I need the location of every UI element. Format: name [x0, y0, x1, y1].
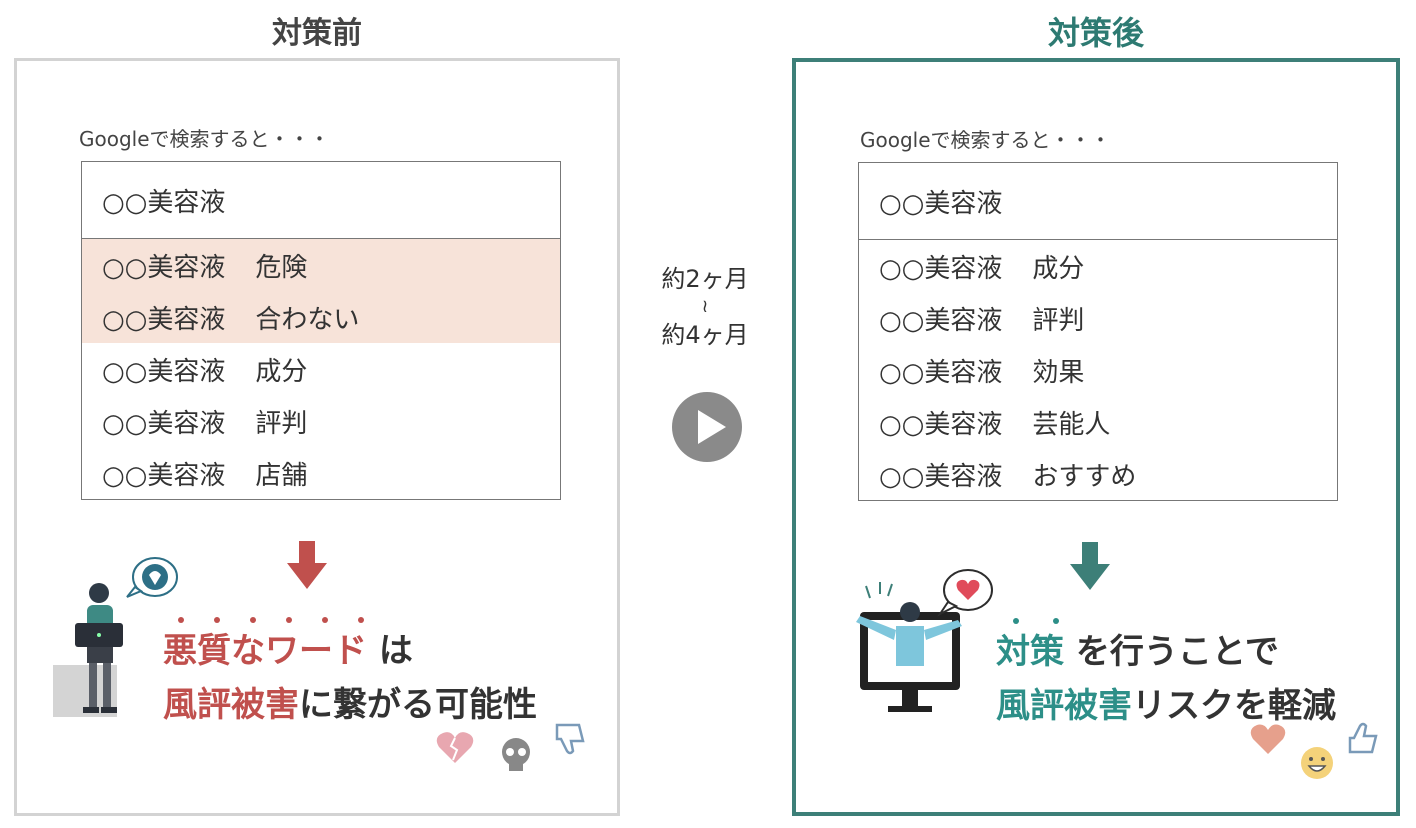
- skull-icon: [502, 738, 530, 771]
- duration-line-1: 約2ヶ月: [661, 265, 749, 293]
- before-message: 悪質なワード は 風評被害に繋がる可能性: [163, 617, 537, 732]
- suggestion-base: ○○美容液: [102, 356, 226, 387]
- duration-line-2: 約4ヶ月: [661, 321, 749, 349]
- before-search-query: ○○美容液: [82, 162, 560, 239]
- suggestion-base: ○○美容液: [879, 357, 1003, 388]
- suggestion-keyword: 合わない: [255, 304, 360, 335]
- suggestion-row[interactable]: ○○美容液 合わない: [82, 291, 560, 343]
- after-suggestion-list: ○○美容液 成分 ○○美容液 評判 ○○美容液 効果 ○○美容液 芸能人 ○○美容液 おすすめ: [859, 240, 1337, 500]
- suggestion-keyword: 効果: [1032, 357, 1085, 388]
- after-message-rest-2: リスクを軽減: [1132, 686, 1336, 726]
- before-message-emphasis-2: 風評被害: [163, 685, 299, 725]
- emphasis-dots: [163, 617, 379, 623]
- after-message-emphasis-2: 風評被害: [996, 686, 1132, 726]
- suggestion-keyword: 危険: [255, 252, 308, 283]
- play-icon: [672, 392, 742, 462]
- suggestion-keyword: 成分: [255, 356, 308, 387]
- before-panel: Googleで検索すると・・・ ○○美容液 ○○美容液 危険 ○○美容液 合わない ○○…: [14, 58, 620, 816]
- suggestion-base: ○○美容液: [102, 304, 226, 335]
- suggestion-base: ○○美容液: [102, 408, 226, 439]
- duration-tilde: ≀: [701, 296, 709, 317]
- suggestion-keyword: 成分: [1032, 253, 1085, 284]
- heart-bubble-icon: [937, 569, 993, 617]
- suggestion-row[interactable]: ○○美容液 おすすめ: [859, 448, 1337, 500]
- suggestion-keyword: 評判: [255, 408, 308, 439]
- after-message: 対策 を行うことで 風評被害リスクを軽減: [996, 618, 1336, 733]
- down-arrow-icon: [1070, 542, 1110, 590]
- thumbs-up-icon: [1348, 722, 1378, 754]
- after-message-rest-1: を行うことで: [1075, 632, 1279, 672]
- after-intro-text: Googleで検索すると・・・: [860, 128, 1111, 152]
- suggestion-keyword: 評判: [1032, 305, 1085, 336]
- before-heading: 対策前: [272, 16, 362, 51]
- suggestion-base: ○○美容液: [879, 409, 1003, 440]
- suggestion-row[interactable]: ○○美容液 店舗: [82, 447, 560, 499]
- emphasis-dots: [996, 618, 1076, 624]
- suggestion-keyword: おすすめ: [1032, 461, 1137, 492]
- down-arrow-icon: [287, 541, 327, 589]
- suggestion-row[interactable]: ○○美容液 評判: [82, 395, 560, 447]
- before-search-box: ○○美容液 ○○美容液 危険 ○○美容液 合わない ○○美容液 成分 ○○美容液 評判 ○○美容…: [81, 161, 561, 500]
- suggestion-keyword: 芸能人: [1032, 409, 1111, 440]
- broken-heart-icon: [436, 732, 474, 763]
- after-heading: 対策後: [1047, 14, 1144, 52]
- before-message-rest-2: に繋がる可能性: [299, 685, 537, 725]
- suggestion-keyword: 店舗: [255, 460, 308, 491]
- before-intro-text: Googleで検索すると・・・: [79, 127, 330, 151]
- suggestion-row[interactable]: ○○美容液 効果: [859, 344, 1337, 396]
- suggestion-base: ○○美容液: [102, 460, 226, 491]
- after-message-emphasis-1: 対策: [996, 618, 1076, 672]
- suggestion-row[interactable]: ○○美容液 評判: [859, 292, 1337, 344]
- suggestion-row[interactable]: ○○美容液 成分: [82, 343, 560, 395]
- suggestion-row[interactable]: ○○美容液 芸能人: [859, 396, 1337, 448]
- suggestion-base: ○○美容液: [879, 253, 1003, 284]
- thumbs-down-icon: [555, 723, 585, 755]
- suggestion-base: ○○美容液: [879, 305, 1003, 336]
- suggestion-row[interactable]: ○○美容液 危険: [82, 239, 560, 291]
- suggestion-base: ○○美容液: [879, 461, 1003, 492]
- heart-icon: [1250, 724, 1286, 754]
- smiley-face-icon: [1301, 747, 1333, 779]
- before-message-rest-1: は: [378, 631, 413, 671]
- suggestion-row[interactable]: ○○美容液 成分: [859, 240, 1337, 292]
- before-suggestion-list: ○○美容液 危険 ○○美容液 合わない ○○美容液 成分 ○○美容液 評判 ○○美容液 店舗: [82, 239, 560, 499]
- duration-label: 約2ヶ月 ≀ 約4ヶ月: [640, 260, 770, 354]
- after-panel: Googleで検索すると・・・ ○○美容液 ○○美容液 成分 ○○美容液 評判 ○○美容…: [792, 58, 1400, 816]
- broken-heart-bubble-icon: [126, 557, 178, 598]
- suggestion-base: ○○美容液: [102, 252, 226, 283]
- before-message-emphasis-1: 悪質なワード: [163, 617, 379, 671]
- after-search-query: ○○美容液: [859, 163, 1337, 240]
- after-search-box: ○○美容液 ○○美容液 成分 ○○美容液 評判 ○○美容液 効果 ○○美容液 芸能人 ○○美容液…: [858, 162, 1338, 501]
